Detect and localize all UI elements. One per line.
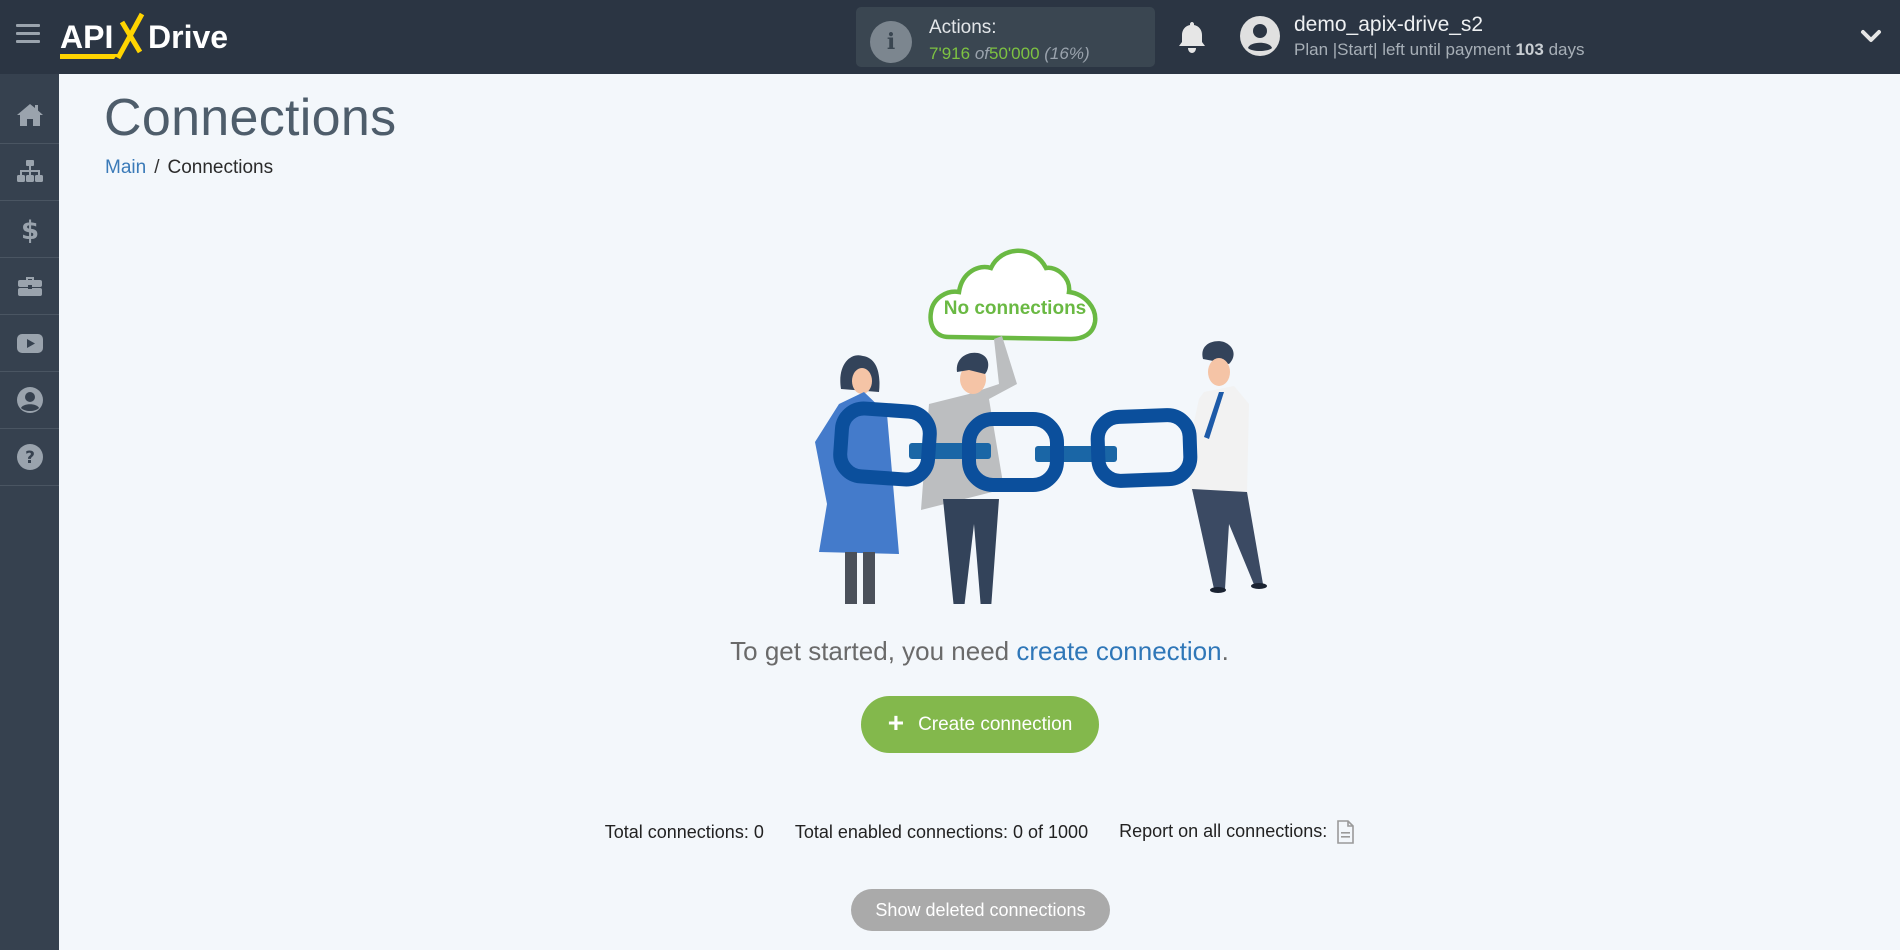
sidebar-item-connections[interactable] <box>0 144 59 201</box>
briefcase-icon <box>17 277 42 296</box>
connection-stats: Total connections: 0 Total enabled conne… <box>59 820 1900 844</box>
sidebar: $ ? <box>0 74 59 950</box>
plan-days-suffix: days <box>1548 40 1585 59</box>
breadcrumb-separator: / <box>154 157 160 178</box>
page-title: Connections <box>104 89 397 147</box>
chain-links <box>833 401 1198 492</box>
logo-drive-text: Drive <box>148 19 228 55</box>
cloud-caption: No connections <box>944 298 1087 319</box>
get-started-suffix: . <box>1221 636 1229 666</box>
plan-days-count: 103 <box>1515 40 1544 59</box>
apixdrive-logo[interactable]: API Drive <box>60 12 250 62</box>
total-connections-stat: Total connections: 0 <box>604 821 764 842</box>
actions-percent: (16%) <box>1044 44 1090 63</box>
report-label: Report on all connections: <box>1119 820 1328 841</box>
sidebar-item-billing[interactable]: $ <box>0 201 59 258</box>
actions-used: 7'916 <box>929 44 971 63</box>
get-started-prefix: To get started, you need <box>730 636 1017 666</box>
svg-text:?: ? <box>25 448 35 468</box>
create-connection-link[interactable]: create connection <box>1016 636 1221 666</box>
enabled-connections-stat: Total enabled connections: 0 of 1000 <box>794 821 1089 842</box>
actions-value: 7'916 of50'000 (16%) <box>929 44 1090 64</box>
breadcrumb-current: Connections <box>167 157 274 178</box>
breadcrumb-main-link[interactable]: Main <box>105 157 146 178</box>
youtube-icon <box>16 334 43 353</box>
info-icon: i <box>870 21 912 63</box>
show-deleted-connections-button[interactable]: Show deleted connections <box>851 889 1110 931</box>
hamburger-menu-icon[interactable] <box>16 24 40 46</box>
user-plan-info: Plan |Start| left until payment 103 days <box>1294 40 1584 60</box>
home-icon <box>16 104 43 126</box>
actions-label: Actions: <box>929 17 997 38</box>
report-stat: Report on all connections: <box>1119 820 1355 844</box>
plus-icon: + <box>887 707 905 738</box>
svg-text:$: $ <box>20 216 38 244</box>
document-icon[interactable] <box>1336 820 1355 844</box>
create-connection-button[interactable]: + Create connection <box>861 696 1099 753</box>
top-bar: API Drive i Actions: 7'916 of50'000 (16%… <box>0 0 1900 74</box>
create-connection-button-label: Create connection <box>918 713 1073 735</box>
main-content: Connections Main / Connections No connecti… <box>59 74 1900 950</box>
chevron-down-icon[interactable] <box>1860 26 1882 46</box>
sitemap-icon <box>16 160 43 182</box>
question-circle-icon: ? <box>16 444 43 470</box>
logo-x-mark <box>115 12 145 60</box>
cloud-shape <box>928 248 1098 342</box>
get-started-text: To get started, you need create connecti… <box>59 636 1900 667</box>
user-circle-icon <box>16 387 43 413</box>
sidebar-item-tools[interactable] <box>0 258 59 315</box>
actions-total: 50'000 <box>989 44 1040 63</box>
plan-text: Plan |Start| left until payment <box>1294 40 1511 59</box>
logo-underline <box>60 54 118 59</box>
right-man-figure <box>1187 341 1267 593</box>
user-avatar-icon[interactable] <box>1240 16 1280 56</box>
breadcrumb: Main / Connections <box>105 157 273 179</box>
bell-icon[interactable] <box>1177 20 1207 54</box>
user-name[interactable]: demo_apix-drive_s2 <box>1294 13 1483 37</box>
actions-of: of <box>974 44 989 63</box>
sidebar-item-home[interactable] <box>0 87 59 144</box>
logo-api-text: API <box>60 19 113 55</box>
actions-counter[interactable]: i Actions: 7'916 of50'000 (16%) <box>856 7 1155 67</box>
no-connections-illustration: No connections <box>815 248 1267 604</box>
sidebar-item-profile[interactable] <box>0 372 59 429</box>
dollar-icon: $ <box>20 216 38 244</box>
sidebar-item-video[interactable] <box>0 315 59 372</box>
sidebar-item-help[interactable]: ? <box>0 429 59 486</box>
